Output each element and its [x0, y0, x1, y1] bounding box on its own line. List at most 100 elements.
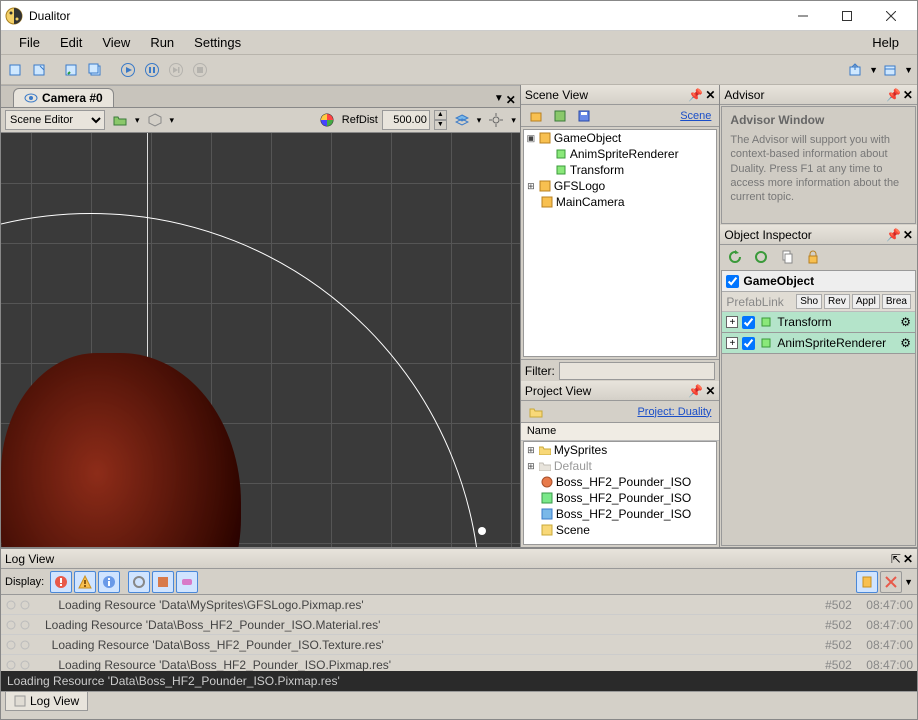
menu-settings[interactable]: Settings [184, 33, 251, 52]
menu-file[interactable]: File [9, 33, 50, 52]
close-panel-icon[interactable]: ✕ [903, 88, 913, 102]
add-object-icon[interactable] [525, 105, 547, 127]
gameobject-icon [538, 179, 552, 193]
close-panel-icon[interactable]: ✕ [903, 228, 913, 242]
menu-help[interactable]: Help [862, 33, 909, 52]
refdist-up-icon[interactable]: ▲ [434, 110, 447, 120]
expand-icon[interactable]: + [726, 316, 738, 328]
tree-label[interactable]: Scene [556, 523, 590, 537]
menu-run[interactable]: Run [140, 33, 184, 52]
tree-label[interactable]: Boss_HF2_Pounder_ISO [556, 507, 691, 521]
core-filter-icon[interactable] [128, 571, 150, 593]
tree-label[interactable]: AnimSpriteRenderer [570, 147, 679, 161]
play-icon[interactable] [117, 59, 139, 81]
close-panel-icon[interactable]: ✕ [903, 552, 913, 566]
logview-tab[interactable]: Log View [5, 692, 88, 711]
viewport-gizmo-handle[interactable] [478, 527, 486, 535]
tree-label[interactable]: Transform [570, 163, 624, 177]
step-icon[interactable] [165, 59, 187, 81]
gear-icon[interactable] [485, 109, 507, 131]
info-filter-icon[interactable] [98, 571, 120, 593]
column-header[interactable]: Name [521, 423, 720, 441]
pin-icon[interactable]: 📌 [688, 88, 703, 102]
new-scene-icon[interactable] [5, 59, 27, 81]
expander-icon[interactable]: ⊞ [526, 181, 536, 191]
pin-icon[interactable]: 📌 [886, 228, 901, 242]
tab-menu-icon[interactable]: ▼ [494, 93, 504, 107]
folder-icon[interactable] [109, 109, 131, 131]
folder-icon[interactable] [525, 401, 547, 423]
editor-mode-select[interactable]: Scene Editor [5, 110, 105, 130]
pin-icon[interactable]: ⇱ [891, 552, 901, 566]
publish-icon[interactable] [845, 59, 867, 81]
prefab-break-button[interactable]: Brea [882, 294, 911, 309]
object-enabled-checkbox[interactable] [726, 275, 739, 288]
component-enabled-checkbox[interactable] [742, 337, 755, 350]
log-entry[interactable]: Loading Resource 'Data\Boss_HF2_Pounder_… [1, 615, 917, 635]
expander-icon[interactable]: ⊞ [526, 461, 536, 471]
log-entry[interactable]: Loading Resource 'Data\Boss_HF2_Pounder_… [1, 655, 917, 671]
filter-input[interactable] [559, 362, 716, 380]
layers-icon[interactable] [451, 109, 473, 131]
project-breadcrumb[interactable]: Project: Duality [637, 406, 715, 418]
auto-refresh-icon[interactable] [750, 246, 772, 268]
tree-label[interactable]: MySprites [554, 443, 607, 457]
expander-icon[interactable]: ▣ [526, 133, 536, 143]
pin-icon[interactable]: 📌 [688, 384, 703, 398]
tab-close-icon[interactable]: ✕ [506, 93, 516, 107]
stop-icon[interactable] [189, 59, 211, 81]
maximize-button[interactable] [825, 2, 869, 30]
lock-icon[interactable] [802, 246, 824, 268]
editor-filter-icon[interactable] [152, 571, 174, 593]
tree-label[interactable]: Boss_HF2_Pounder_ISO [556, 475, 691, 489]
prefab-revert-button[interactable]: Rev [824, 294, 850, 309]
project-tree[interactable]: ⊞ MySprites ⊞ Default Boss_HF2_Pounder_ISO… [523, 441, 718, 545]
open-scene-icon[interactable] [29, 59, 51, 81]
component-row[interactable]: + AnimSpriteRenderer ⚙ [722, 333, 915, 354]
refdist-input[interactable] [382, 110, 430, 130]
add-folder-icon[interactable] [549, 105, 571, 127]
refresh-icon[interactable] [724, 246, 746, 268]
tree-label[interactable]: GFSLogo [554, 179, 605, 193]
refdist-down-icon[interactable]: ▼ [434, 120, 447, 130]
package-icon[interactable] [880, 59, 902, 81]
tree-label[interactable]: GameObject [554, 131, 621, 145]
camera-tab[interactable]: Camera #0 [13, 88, 114, 107]
tree-label[interactable]: MainCamera [556, 195, 625, 209]
save-all-icon[interactable] [85, 59, 107, 81]
cube-icon[interactable] [144, 109, 166, 131]
pin-icon[interactable]: 📌 [886, 88, 901, 102]
scene-breadcrumb[interactable]: Scene [680, 110, 715, 122]
component-enabled-checkbox[interactable] [742, 316, 755, 329]
gear-icon[interactable]: ⚙ [900, 336, 911, 350]
close-panel-icon[interactable]: ✕ [705, 88, 715, 102]
tree-label[interactable]: Default [554, 459, 592, 473]
gear-icon[interactable]: ⚙ [900, 315, 911, 329]
prefab-show-button[interactable]: Sho [796, 294, 822, 309]
menu-edit[interactable]: Edit [50, 33, 92, 52]
close-panel-icon[interactable]: ✕ [705, 384, 715, 398]
save-icon[interactable] [573, 105, 595, 127]
save-scene-icon[interactable] [61, 59, 83, 81]
game-filter-icon[interactable] [176, 571, 198, 593]
menu-view[interactable]: View [92, 33, 140, 52]
expand-icon[interactable]: + [726, 337, 738, 349]
error-filter-icon[interactable] [50, 571, 72, 593]
close-button[interactable] [869, 2, 913, 30]
autoscroll-icon[interactable] [856, 571, 878, 593]
prefab-apply-button[interactable]: Appl [852, 294, 880, 309]
warning-filter-icon[interactable] [74, 571, 96, 593]
clear-log-icon[interactable] [880, 571, 902, 593]
component-row[interactable]: + Transform ⚙ [722, 312, 915, 333]
log-entry[interactable]: Loading Resource 'Data\MySprites\GFSLogo… [1, 595, 917, 615]
pause-icon[interactable] [141, 59, 163, 81]
expander-icon[interactable]: ⊞ [526, 445, 536, 455]
color-icon[interactable] [316, 109, 338, 131]
log-list[interactable]: Loading Resource 'Data\MySprites\GFSLogo… [1, 595, 917, 671]
minimize-button[interactable] [781, 2, 825, 30]
tree-label[interactable]: Boss_HF2_Pounder_ISO [556, 491, 691, 505]
scene-tree[interactable]: ▣ GameObject AnimSpriteRenderer Transform… [523, 129, 718, 357]
log-entry[interactable]: Loading Resource 'Data\Boss_HF2_Pounder_… [1, 635, 917, 655]
viewport[interactable] [1, 133, 520, 547]
copy-icon[interactable] [776, 246, 798, 268]
